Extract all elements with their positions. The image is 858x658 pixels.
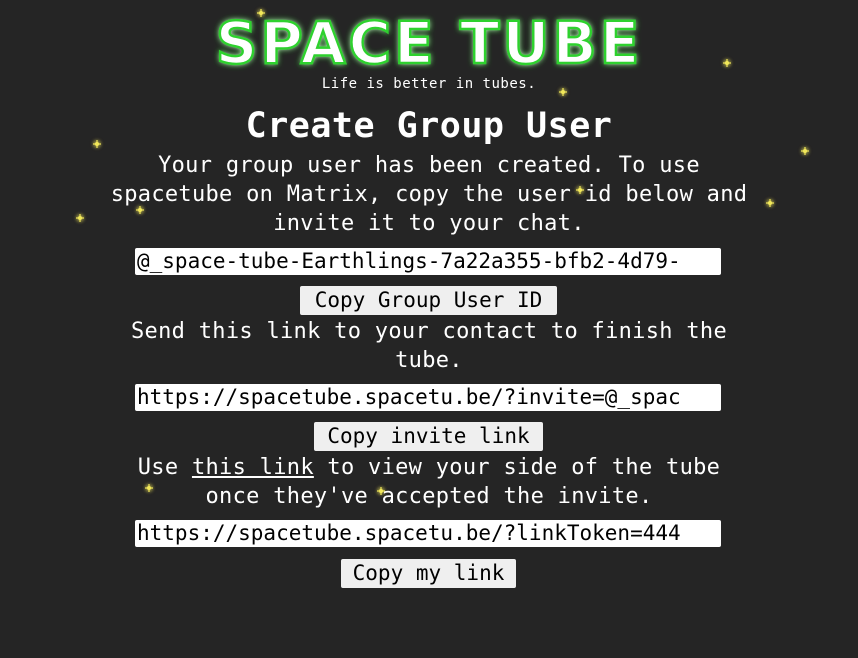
- logo-text: SPACE TUBE: [216, 9, 643, 74]
- page-title: Create Group User: [245, 106, 613, 146]
- logo-graphic: SPACE TUBE: [214, 8, 643, 74]
- tagline: Life is better in tubes.: [321, 76, 537, 92]
- this-link[interactable]: this link: [192, 455, 314, 480]
- invite-instruction-text: Send this link to your contact to finish…: [131, 319, 727, 373]
- intro-text: Your group user has been created. To use…: [110, 153, 748, 236]
- view-instruction-text: Use this link to view your side of the t…: [104, 453, 754, 511]
- view-prefix-text: Use: [137, 455, 192, 480]
- logo: SPACE TUBE: [0, 8, 858, 78]
- group-user-id-field[interactable]: [135, 248, 721, 275]
- my-link-field[interactable]: [135, 520, 721, 547]
- intro-text-block: Your group user has been created. To use…: [0, 151, 858, 238]
- copy-my-link-button[interactable]: Copy my link: [341, 559, 516, 588]
- page: SPACE TUBE Life is better in tubes. Crea…: [0, 0, 858, 658]
- invite-instruction-block: Send this link to your contact to finish…: [0, 317, 858, 375]
- invite-link-field[interactable]: [135, 384, 721, 411]
- view-instruction-block: Use this link to view your side of the t…: [0, 453, 858, 511]
- copy-invite-link-button[interactable]: Copy invite link: [314, 422, 543, 451]
- copy-group-user-id-button[interactable]: Copy Group User ID: [300, 286, 557, 315]
